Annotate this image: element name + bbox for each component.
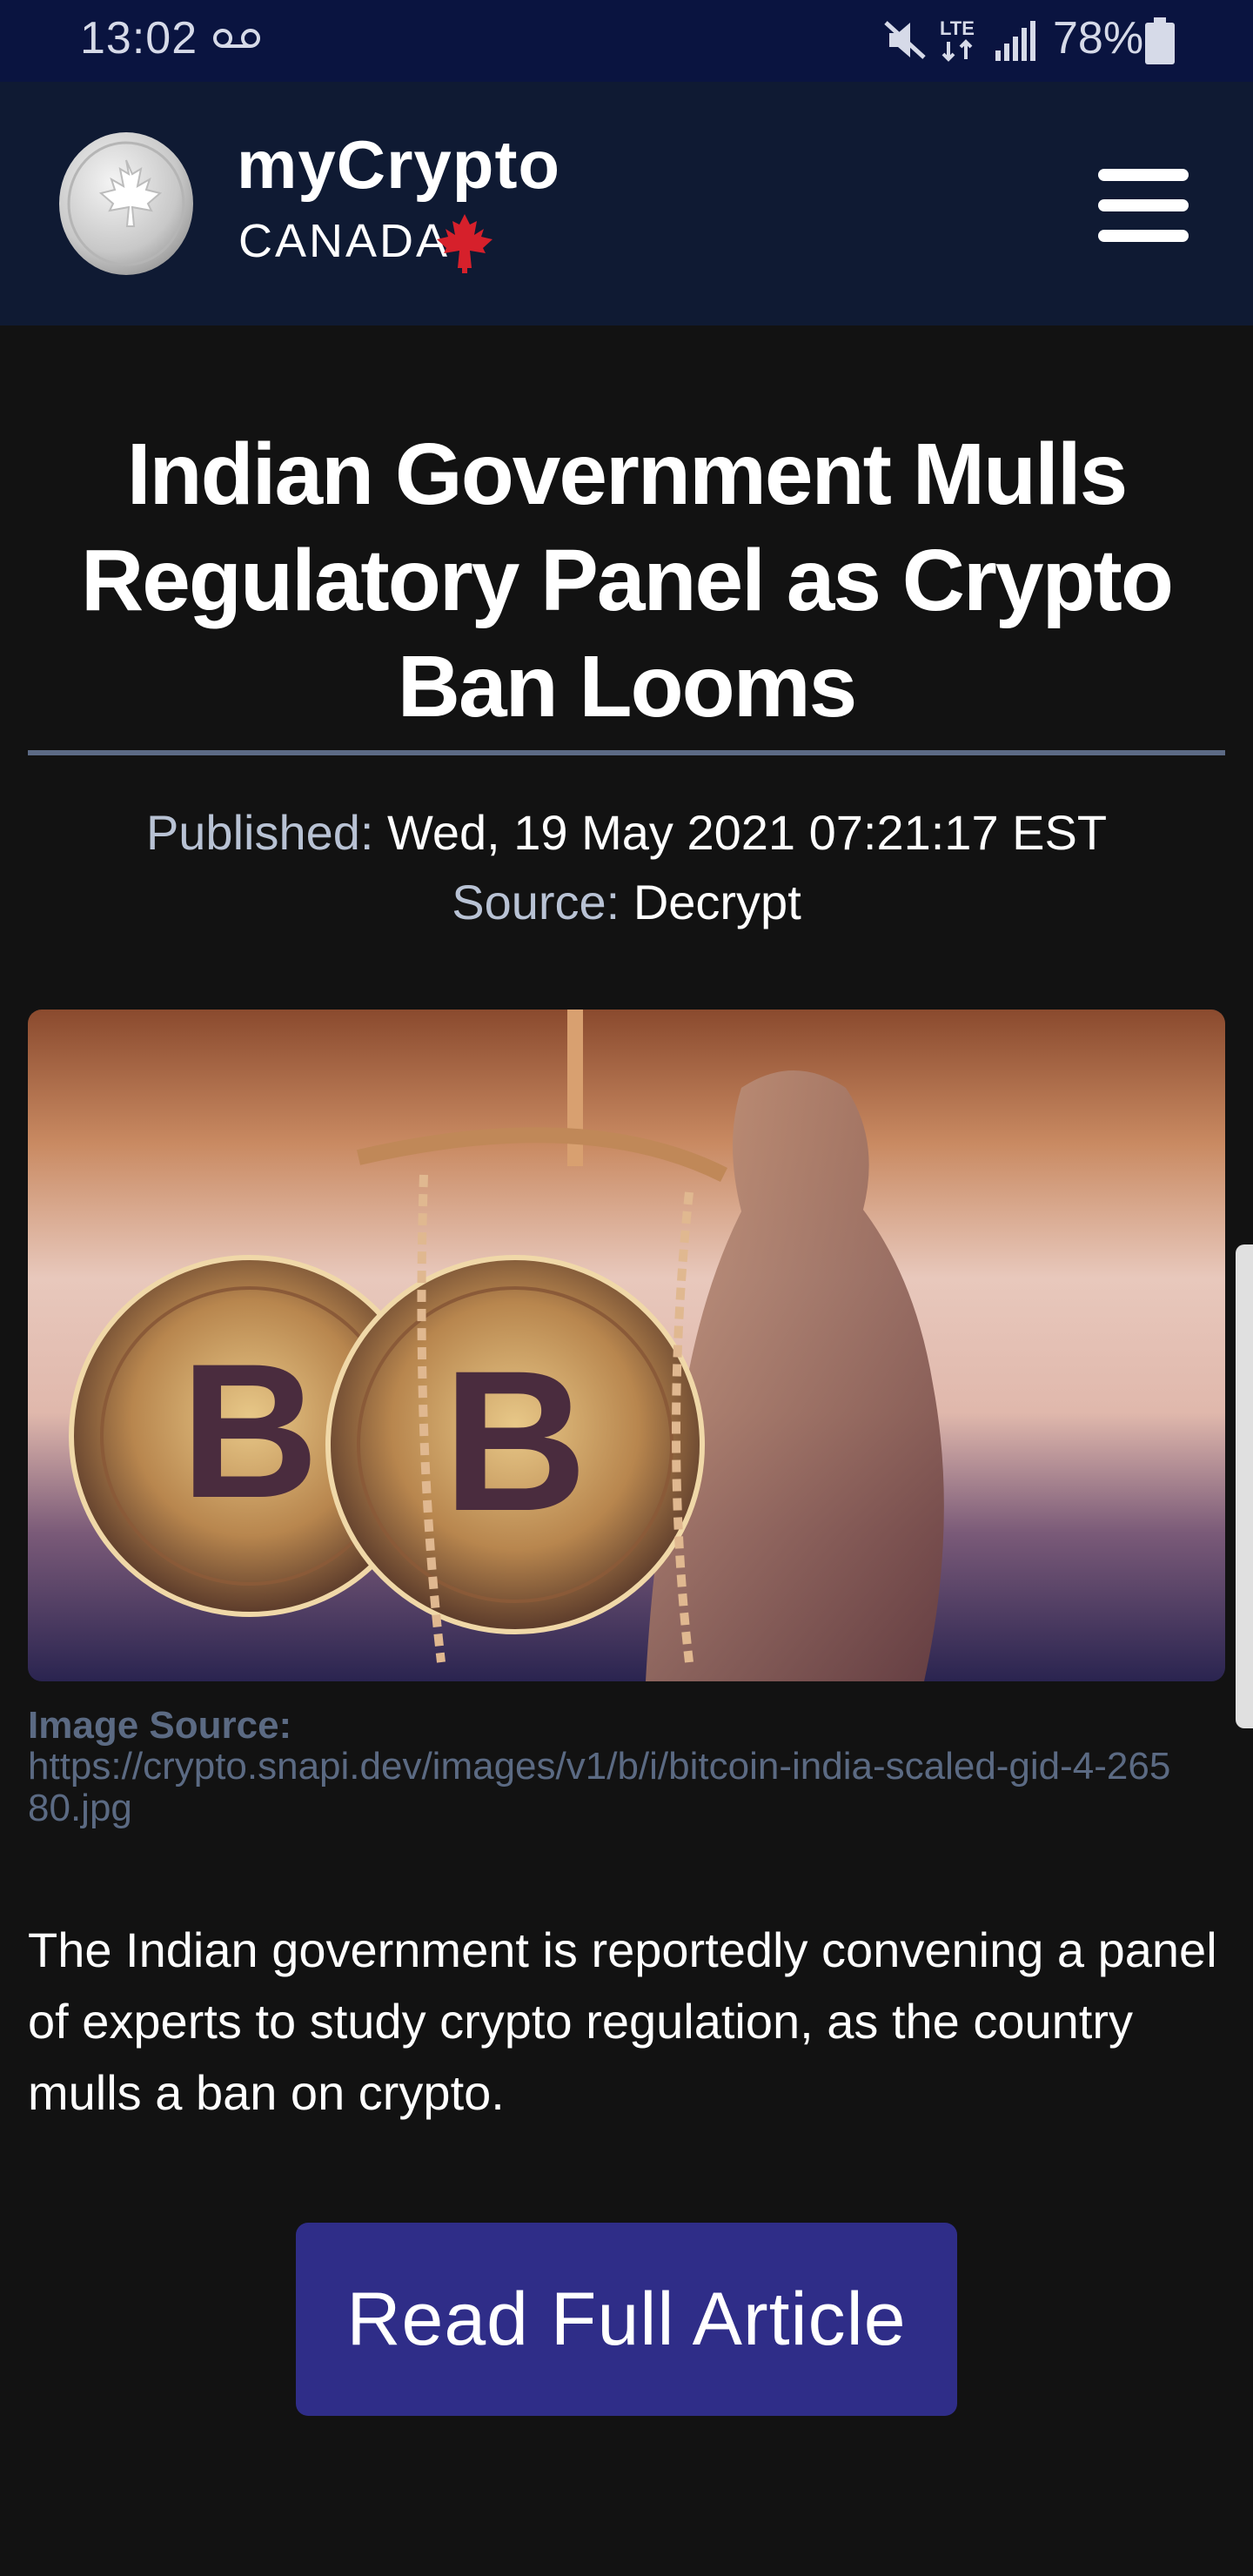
article-image[interactable]: B B: [28, 1010, 1225, 1681]
hamburger-menu-icon-bar-top: [1098, 169, 1189, 181]
read-full-article-button[interactable]: Read Full Article: [296, 2223, 957, 2416]
published-line: Published: Wed, 19 May 2021 07:21:17 EST: [0, 804, 1253, 861]
source-line: Source: Decrypt: [0, 874, 1253, 930]
brand-title[interactable]: myCrypto: [237, 125, 560, 205]
battery-percent: 78%: [1053, 13, 1144, 64]
lte-icon: LTE: [940, 17, 975, 62]
svg-text:B: B: [443, 1329, 587, 1553]
article-title: Indian Government Mulls Regulatory Panel…: [81, 426, 1174, 735]
hamburger-menu-button[interactable]: [1089, 162, 1197, 249]
hamburger-menu-icon-bar-bottom: [1098, 230, 1189, 242]
status-bar: 13:02 LTE 78%: [0, 0, 1253, 82]
status-time: 13:02: [80, 13, 198, 64]
battery-icon: [1145, 17, 1175, 64]
scrollbar-thumb[interactable]: [1236, 1244, 1253, 1728]
title-divider: [28, 750, 1225, 755]
published-date: Wed, 19 May 2021 07:21:17 EST: [387, 805, 1108, 860]
article-summary: The Indian government is reportedly conv…: [28, 1922, 1217, 2120]
published-label: Published:: [145, 805, 374, 860]
maple-leaf-coin-logo[interactable]: [57, 131, 195, 277]
brand-subtitle: CANADA: [238, 215, 451, 267]
svg-text:B: B: [181, 1324, 319, 1538]
maple-leaf-icon: [437, 214, 492, 273]
image-source-label: Image Source:: [28, 1704, 292, 1747]
voicemail-icon: [213, 29, 260, 48]
signal-icon: [995, 21, 1035, 61]
source-name: Decrypt: [633, 875, 801, 929]
image-source-url[interactable]: https://crypto.snapi.dev/images/v1/b/i/b…: [28, 1746, 1185, 1829]
app-header: myCrypto CANADA: [0, 82, 1253, 325]
source-label: Source:: [452, 875, 620, 929]
mute-icon: [884, 21, 926, 59]
svg-text:LTE: LTE: [940, 17, 975, 39]
hamburger-menu-icon-bar-middle: [1098, 199, 1189, 211]
